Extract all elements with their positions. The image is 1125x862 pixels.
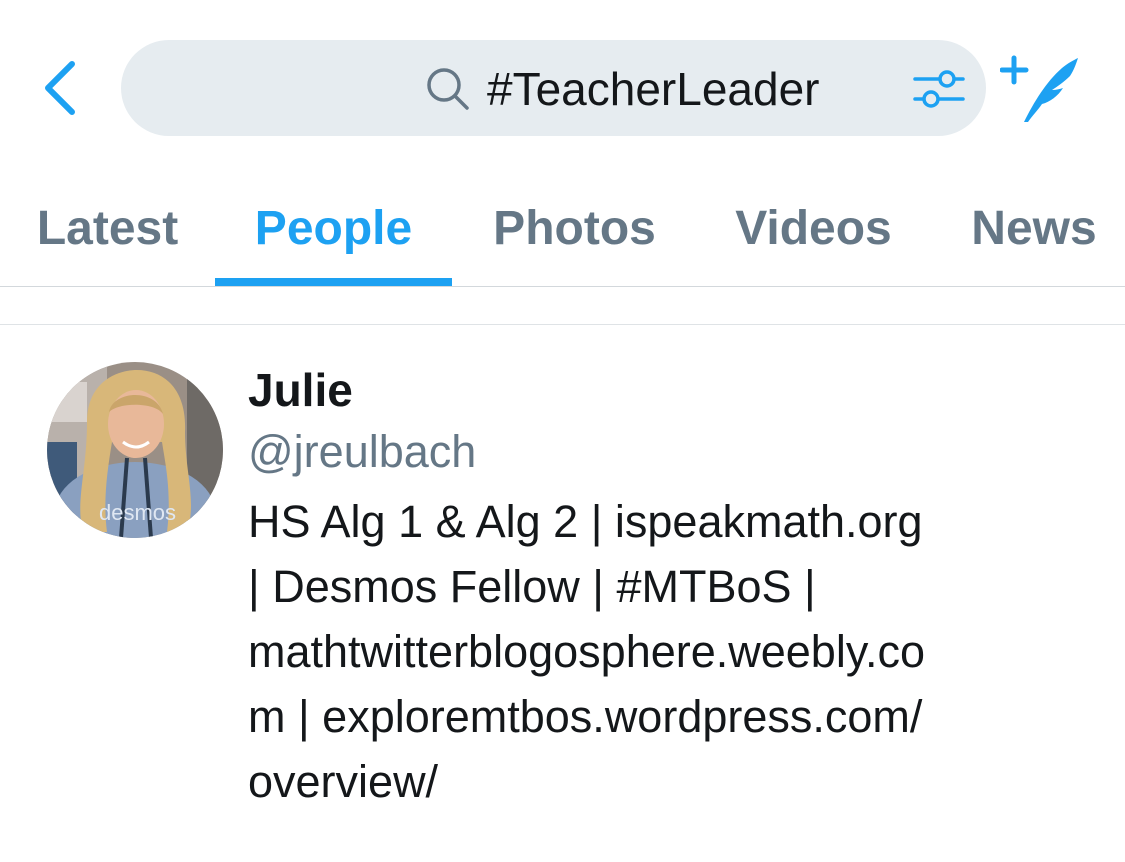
tab-label: Videos (735, 201, 892, 255)
sliders-icon[interactable] (911, 64, 967, 114)
avatar-photo: desmos (47, 362, 223, 538)
bio-line: mathtwitterblogosphere.weebly.co (248, 626, 926, 677)
compose-button[interactable] (999, 52, 1084, 126)
tab-label: News (971, 201, 1097, 255)
search-icon (427, 68, 469, 110)
user-result-card[interactable]: desmos Julie @jreulbach HS Alg 1 & Alg 2… (0, 325, 1125, 862)
bio-line: m | exploremtbos.wordpress.com/ (248, 691, 923, 742)
user-display-name: Julie (248, 364, 353, 416)
user-handle: @jreulbach (248, 426, 477, 477)
search-query: #TeacherLeader (487, 63, 820, 115)
search-tabs: Latest People Photos Videos News (0, 170, 1125, 287)
avatar[interactable]: desmos (47, 362, 223, 538)
back-button[interactable] (30, 52, 90, 124)
search-input[interactable]: #TeacherLeader (121, 40, 986, 136)
tab-latest[interactable]: Latest (0, 170, 215, 286)
active-tab-indicator (215, 278, 452, 286)
bio-line: | Desmos Fellow | #MTBoS | (248, 561, 816, 612)
user-bio: HS Alg 1 & Alg 2 | ispeakmath.org | Desm… (248, 489, 1088, 814)
bio-line: HS Alg 1 & Alg 2 | ispeakmath.org (248, 496, 923, 547)
tab-label: Photos (493, 201, 656, 255)
compose-tweet-icon (999, 55, 1078, 122)
shirt-text: desmos (99, 500, 176, 525)
tab-news[interactable]: News (930, 170, 1125, 286)
search-header: #TeacherLeader (0, 0, 1125, 170)
bio-line: overview/ (248, 756, 439, 807)
tab-photos[interactable]: Photos (452, 170, 697, 286)
chevron-left-icon (45, 61, 75, 115)
tab-label: People (254, 201, 413, 255)
tab-label: Latest (36, 201, 179, 255)
tab-people[interactable]: People (215, 170, 452, 286)
tab-videos[interactable]: Videos (697, 170, 930, 286)
